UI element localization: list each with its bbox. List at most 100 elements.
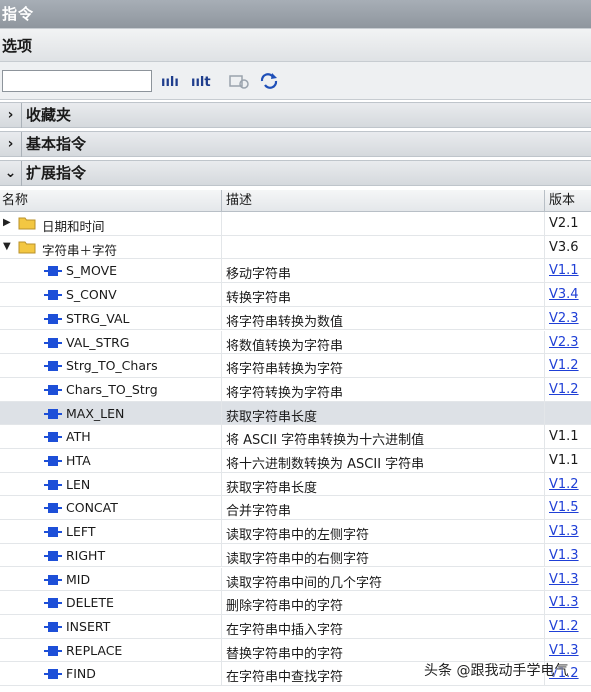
instruction-version[interactable]: V2.3 [549,335,579,350]
instruction-row[interactable]: REPLACE 替换字符串中的字符 V1.3 [0,638,591,663]
instruction-row[interactable]: MAX_LEN 获取字符串长度 [0,401,591,426]
instruction-row[interactable]: LEN 获取字符串长度 V1.2 [0,472,591,497]
folder-name: 日期和时间 [42,219,105,234]
column-name-header[interactable]: 名称 [2,190,28,212]
instruction-block-icon [44,669,62,680]
instruction-row[interactable]: LEFT 读取字符串中的左侧字符 V1.3 [0,520,591,544]
instruction-row[interactable]: MID 读取字符串中间的几个字符 V1.3 [0,567,591,592]
svg-text:ıılt: ıılt [191,75,211,90]
instruction-version: V1.1 [549,453,579,468]
instruction-name: S_MOVE [66,263,118,279]
instruction-version[interactable]: V1.3 [549,548,579,563]
instruction-version[interactable]: V2.3 [549,311,579,326]
options-header[interactable]: 选项 [0,28,591,62]
instruction-name: ATH [66,429,91,445]
instruction-version[interactable]: V1.2 [549,358,579,373]
instruction-description: 读取字符串中的右侧字符 [226,551,370,567]
instruction-version[interactable]: V1.3 [549,524,579,539]
tree-folder-row[interactable]: ▼ 字符串＋字符 V3.6 [0,235,591,260]
instruction-block-icon [44,337,62,348]
settings-disabled-icon [229,75,249,89]
instruction-version: V1.1 [549,429,579,445]
open-folder-icon [18,241,36,254]
instruction-description: 获取字符串长度 [226,409,318,425]
instruction-block-icon [44,384,62,395]
instruction-description: 转换字符串 [226,291,292,307]
refresh-icon[interactable] [258,72,280,90]
instruction-name: MAX_LEN [66,405,125,421]
instruction-version[interactable]: V3.4 [549,287,579,302]
instruction-row[interactable]: DELETE 删除字符串中的字符 V1.3 [0,591,591,615]
instruction-row[interactable]: ATH 将 ASCII 字符串转换为十六进制值 V1.1 [0,425,591,449]
instruction-description: 删除字符串中的字符 [226,599,344,615]
instruction-description: 合并字符串 [226,504,292,520]
collapsed-arrow-icon[interactable]: › [0,132,22,157]
instruction-name: RIGHT [66,547,106,563]
instruction-row[interactable]: Strg_TO_Chars 将字符串转换为字符 V1.2 [0,354,591,378]
instruction-version[interactable]: V1.3 [549,595,579,610]
column-header: 名称 描述 版本 [0,190,591,212]
instruction-row[interactable]: RIGHT 读取字符串中的右侧字符 V1.3 [0,543,591,568]
instruction-version[interactable]: V1.1 [549,263,579,278]
instruction-name: LEFT [66,524,96,540]
column-description-header[interactable]: 描述 [226,190,252,212]
instruction-block-icon [44,290,62,301]
instruction-name: HTA [66,453,91,468]
instruction-description: 在字符串中插入字符 [226,622,344,638]
instruction-version[interactable]: V1.2 [549,477,579,492]
instruction-block-icon [44,456,62,466]
instruction-row[interactable]: S_MOVE 移动字符串 V1.1 [0,259,591,284]
folder-version: V3.6 [549,239,579,255]
section-extended-instructions[interactable]: ⌄ 扩展指令 [0,160,591,186]
instruction-name: CONCAT [66,500,118,516]
instruction-description: 将字符转换为字符串 [226,385,344,401]
instruction-block-icon [44,266,62,277]
expanded-arrow-icon[interactable]: ⌄ [0,161,22,186]
instruction-description: 将字符串转换为字符 [226,362,344,378]
instruction-block-icon [44,550,62,561]
instruction-name: DELETE [66,595,114,611]
instruction-row[interactable]: VAL_STRG 将数值转换为字符串 V2.3 [0,330,591,355]
instruction-name: Chars_TO_Strg [66,381,158,397]
section-label: 收藏夹 [26,106,72,124]
instruction-version[interactable]: V1.3 [549,572,579,587]
instruction-block-icon [44,503,62,514]
instruction-block-icon [44,313,62,324]
instruction-block-icon [44,598,62,609]
instruction-block-icon [44,621,62,632]
tree-folder-row[interactable]: ▶ 日期和时间 V2.1 [0,212,591,236]
instruction-name: REPLACE [66,642,123,658]
instruction-block-icon [44,408,62,419]
instruction-row[interactable]: STRG_VAL 将字符串转换为数值 V2.3 [0,306,591,331]
instruction-block-icon [44,479,62,490]
instruction-version[interactable]: V1.5 [549,500,579,515]
column-version-header[interactable]: 版本 [549,190,575,212]
search-up-icon[interactable]: ıılt [190,72,212,90]
instructions-panel-title: 指令 [0,0,591,28]
instruction-name: Strg_TO_Chars [66,358,158,374]
instruction-block-icon [44,432,62,443]
instruction-name: STRG_VAL [66,310,130,326]
instruction-version[interactable]: V1.2 [549,382,579,397]
section-favorites[interactable]: › 收藏夹 [0,102,591,128]
instruction-version[interactable]: V1.3 [549,643,579,658]
instruction-row[interactable]: S_CONV 转换字符串 V3.4 [0,283,591,307]
section-basic-instructions[interactable]: › 基本指令 [0,131,591,157]
instruction-name: MID [66,571,91,587]
instruction-description: 获取字符串长度 [226,480,318,496]
instruction-row[interactable]: CONCAT 合并字符串 V1.5 [0,496,591,521]
instruction-version[interactable]: V1.2 [549,619,579,634]
instruction-block-icon [44,574,62,585]
instruction-row[interactable]: Chars_TO_Strg 将字符转换为字符串 V1.2 [0,377,591,402]
instruction-row[interactable]: INSERT 在字符串中插入字符 V1.2 [0,614,591,639]
instruction-description: 移动字符串 [226,267,292,283]
search-input[interactable] [2,70,152,92]
collapsed-arrow-icon[interactable]: › [0,103,22,128]
search-down-icon[interactable]: ıılı [160,72,182,90]
section-label: 基本指令 [26,135,87,153]
expand-caret-icon[interactable]: ▶ [3,217,11,228]
instruction-row[interactable]: HTA 将十六进制数转换为 ASCII 字符串 V1.1 [0,449,591,473]
instruction-description: 读取字符串中间的几个字符 [226,575,383,591]
collapse-caret-icon[interactable]: ▼ [3,241,11,252]
folder-version: V2.1 [549,216,579,231]
